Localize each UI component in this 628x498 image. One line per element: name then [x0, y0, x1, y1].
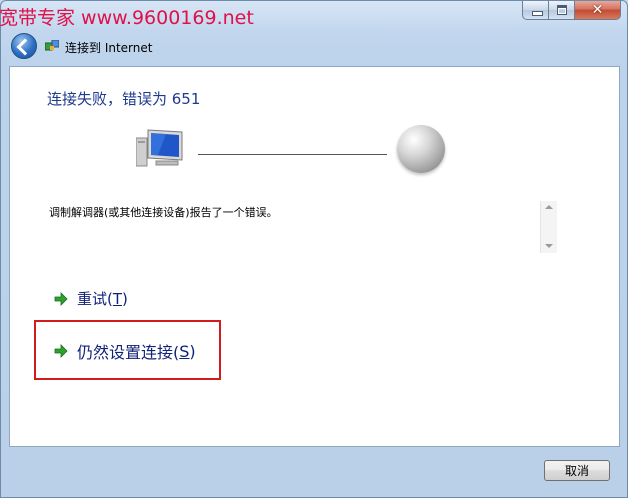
content-panel: 连接失败，错误为 651 调制解调器(或其他连接设备)报告了一个错误。 重试(T…	[9, 66, 620, 447]
error-heading: 连接失败，错误为 651	[47, 90, 201, 108]
connection-line	[198, 154, 387, 155]
setup-anyway-label: 仍然设置连接(	[77, 343, 180, 362]
close-button[interactable]: ✕	[575, 1, 621, 20]
dialog-window: 宽带专家 www.9600169.net ✕ 连接到 Internet 连接失败…	[0, 0, 628, 498]
network-icon	[45, 40, 59, 51]
retry-label: 重试(	[77, 290, 113, 308]
retry-suffix: )	[122, 289, 128, 308]
minimize-button[interactable]	[522, 1, 549, 20]
computer-icon	[136, 129, 183, 167]
maximize-button[interactable]	[549, 1, 575, 20]
error-message: 调制解调器(或其他连接设备)报告了一个错误。	[49, 206, 278, 219]
window-controls: ✕	[522, 1, 621, 20]
retry-hotkey: T	[112, 289, 123, 308]
globe-icon	[397, 125, 445, 173]
cancel-button[interactable]: 取消	[544, 460, 610, 481]
watermark-text: 宽带专家 www.9600169.net	[0, 7, 254, 29]
retry-option[interactable]: 重试(T)	[53, 288, 128, 309]
window-title: 连接到 Internet	[65, 41, 153, 55]
green-arrow-icon	[54, 291, 68, 306]
scroll-up-icon[interactable]	[545, 205, 553, 209]
setup-anyway-hotkey: S	[179, 341, 190, 361]
setup-anyway-option[interactable]: 仍然设置连接(S)	[53, 339, 196, 363]
error-message-box: 调制解调器(或其他连接设备)报告了一个错误。	[47, 201, 557, 253]
setup-anyway-suffix: )	[189, 341, 196, 361]
back-arrow-icon[interactable]	[11, 33, 37, 59]
scroll-down-icon[interactable]	[545, 244, 553, 248]
close-icon: ✕	[591, 2, 604, 18]
message-scrollbar[interactable]	[540, 201, 557, 253]
green-arrow-icon	[54, 344, 68, 358]
